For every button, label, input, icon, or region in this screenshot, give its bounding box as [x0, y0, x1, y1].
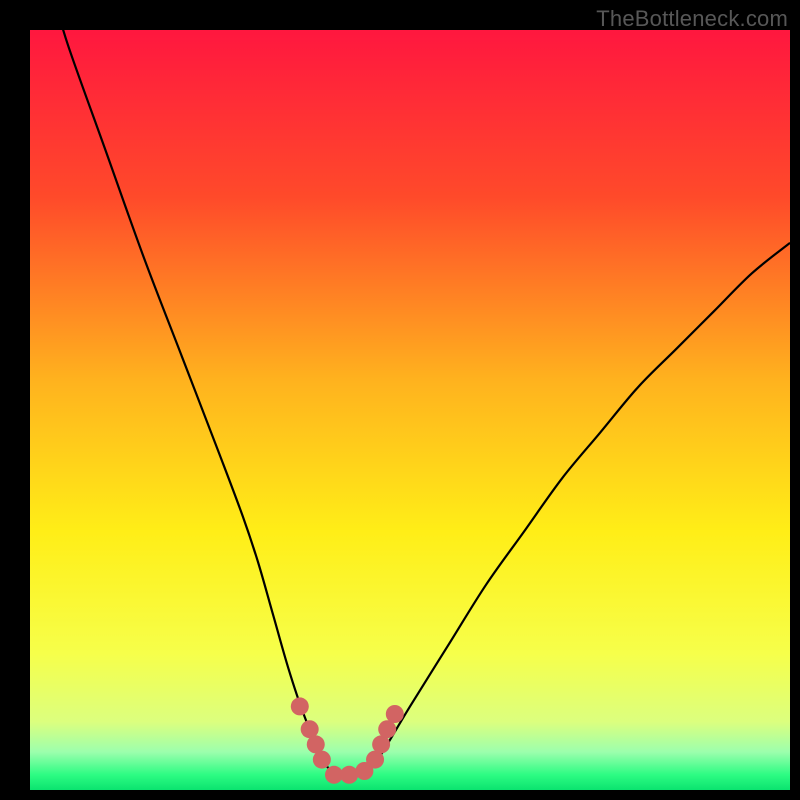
- highlight-point: [291, 697, 309, 715]
- highlight-point: [313, 751, 331, 769]
- highlight-point: [340, 766, 358, 784]
- chart-frame: TheBottleneck.com: [0, 0, 800, 800]
- bottleneck-chart: [0, 0, 800, 800]
- highlight-point: [386, 705, 404, 723]
- gradient-background: [30, 30, 790, 790]
- watermark-text: TheBottleneck.com: [596, 6, 788, 32]
